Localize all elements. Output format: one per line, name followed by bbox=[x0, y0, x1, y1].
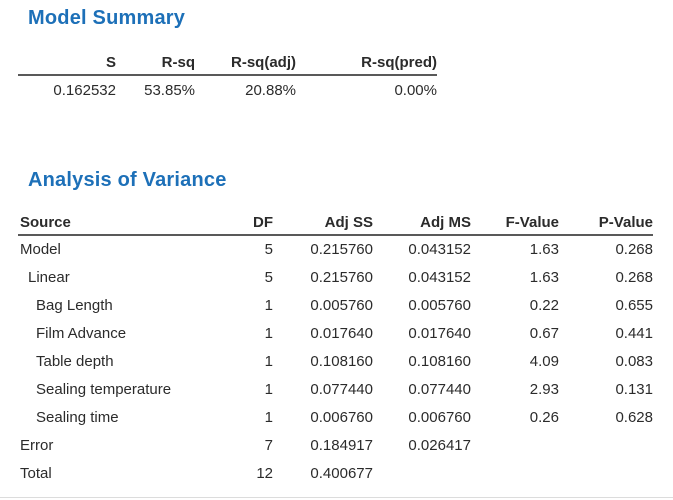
column-header-source: Source bbox=[18, 211, 238, 235]
statistics-output-pane: Model Summary S R-sq R-sq(adj) R-sq(pred… bbox=[0, 0, 673, 488]
cell-df: 1 bbox=[238, 404, 273, 432]
column-header-rsq-adj: R-sq(adj) bbox=[195, 51, 296, 75]
cell-p-value: 0.655 bbox=[559, 292, 653, 320]
cell-adj-ss: 0.184917 bbox=[273, 432, 373, 460]
column-header-rsq-pred: R-sq(pred) bbox=[296, 51, 437, 75]
anova-table-row: Sealing time 1 0.006760 0.006760 0.26 0.… bbox=[18, 404, 653, 432]
cell-df: 1 bbox=[238, 292, 273, 320]
cell-adj-ms: 0.077440 bbox=[373, 376, 471, 404]
cell-df: 5 bbox=[238, 235, 273, 264]
cell-rsq-pred-value: 0.00% bbox=[296, 75, 437, 105]
bottom-divider bbox=[0, 497, 673, 498]
cell-source: Total bbox=[18, 460, 238, 488]
cell-adj-ss: 0.006760 bbox=[273, 404, 373, 432]
anova-table-row: Total 12 0.400677 bbox=[18, 460, 653, 488]
cell-adj-ms: 0.043152 bbox=[373, 235, 471, 264]
model-summary-title: Model Summary bbox=[28, 0, 673, 30]
anova-table: Source DF Adj SS Adj MS F-Value P-Value … bbox=[18, 211, 653, 488]
model-summary-table: S R-sq R-sq(adj) R-sq(pred) 0.162532 53.… bbox=[18, 51, 437, 105]
cell-df: 1 bbox=[238, 320, 273, 348]
cell-p-value bbox=[559, 460, 653, 488]
cell-p-value: 0.441 bbox=[559, 320, 653, 348]
cell-adj-ss: 0.017640 bbox=[273, 320, 373, 348]
anova-title: Analysis of Variance bbox=[28, 169, 673, 192]
cell-adj-ms: 0.005760 bbox=[373, 292, 471, 320]
model-summary-value-row: 0.162532 53.85% 20.88% 0.00% bbox=[18, 75, 437, 105]
anova-table-row: Bag Length 1 0.005760 0.005760 0.22 0.65… bbox=[18, 292, 653, 320]
cell-rsq-value: 53.85% bbox=[116, 75, 195, 105]
cell-f-value: 1.63 bbox=[471, 264, 559, 292]
cell-rsq-adj-value: 20.88% bbox=[195, 75, 296, 105]
cell-adj-ms: 0.043152 bbox=[373, 264, 471, 292]
anova-header-row: Source DF Adj SS Adj MS F-Value P-Value bbox=[18, 211, 653, 235]
cell-p-value: 0.268 bbox=[559, 264, 653, 292]
cell-source: Error bbox=[18, 432, 238, 460]
cell-adj-ss: 0.005760 bbox=[273, 292, 373, 320]
column-header-adj-ms: Adj MS bbox=[373, 211, 471, 235]
column-header-df: DF bbox=[238, 211, 273, 235]
cell-f-value: 4.09 bbox=[471, 348, 559, 376]
column-header-adj-ss: Adj SS bbox=[273, 211, 373, 235]
cell-f-value: 1.63 bbox=[471, 235, 559, 264]
cell-source: Table depth bbox=[18, 348, 238, 376]
anova-table-row: Table depth 1 0.108160 0.108160 4.09 0.0… bbox=[18, 348, 653, 376]
column-header-s: S bbox=[18, 51, 116, 75]
cell-adj-ss: 0.400677 bbox=[273, 460, 373, 488]
cell-source: Film Advance bbox=[18, 320, 238, 348]
cell-p-value: 0.083 bbox=[559, 348, 653, 376]
cell-source: Sealing time bbox=[18, 404, 238, 432]
anova-table-row: Error 7 0.184917 0.026417 bbox=[18, 432, 653, 460]
cell-adj-ms: 0.006760 bbox=[373, 404, 471, 432]
anova-table-row: Film Advance 1 0.017640 0.017640 0.67 0.… bbox=[18, 320, 653, 348]
cell-p-value: 0.268 bbox=[559, 235, 653, 264]
cell-adj-ss: 0.108160 bbox=[273, 348, 373, 376]
cell-df: 7 bbox=[238, 432, 273, 460]
cell-f-value bbox=[471, 460, 559, 488]
cell-source: Sealing temperature bbox=[18, 376, 238, 404]
cell-adj-ss: 0.215760 bbox=[273, 235, 373, 264]
cell-f-value: 2.93 bbox=[471, 376, 559, 404]
cell-adj-ms: 0.017640 bbox=[373, 320, 471, 348]
cell-df: 1 bbox=[238, 348, 273, 376]
cell-df: 12 bbox=[238, 460, 273, 488]
anova-table-row: Linear 5 0.215760 0.043152 1.63 0.268 bbox=[18, 264, 653, 292]
cell-p-value: 0.628 bbox=[559, 404, 653, 432]
anova-table-row: Model 5 0.215760 0.043152 1.63 0.268 bbox=[18, 235, 653, 264]
anova-table-row: Sealing temperature 1 0.077440 0.077440 … bbox=[18, 376, 653, 404]
cell-df: 5 bbox=[238, 264, 273, 292]
column-header-f-value: F-Value bbox=[471, 211, 559, 235]
column-header-rsq: R-sq bbox=[116, 51, 195, 75]
cell-f-value: 0.22 bbox=[471, 292, 559, 320]
cell-f-value: 0.67 bbox=[471, 320, 559, 348]
cell-s-value: 0.162532 bbox=[18, 75, 116, 105]
column-header-p-value: P-Value bbox=[559, 211, 653, 235]
cell-f-value: 0.26 bbox=[471, 404, 559, 432]
cell-f-value bbox=[471, 432, 559, 460]
cell-p-value: 0.131 bbox=[559, 376, 653, 404]
cell-adj-ms: 0.026417 bbox=[373, 432, 471, 460]
cell-adj-ms bbox=[373, 460, 471, 488]
model-summary-header-row: S R-sq R-sq(adj) R-sq(pred) bbox=[18, 51, 437, 75]
cell-source: Bag Length bbox=[18, 292, 238, 320]
cell-source: Linear bbox=[18, 264, 238, 292]
cell-source: Model bbox=[18, 235, 238, 264]
cell-adj-ss: 0.215760 bbox=[273, 264, 373, 292]
cell-p-value bbox=[559, 432, 653, 460]
cell-adj-ss: 0.077440 bbox=[273, 376, 373, 404]
cell-df: 1 bbox=[238, 376, 273, 404]
cell-adj-ms: 0.108160 bbox=[373, 348, 471, 376]
